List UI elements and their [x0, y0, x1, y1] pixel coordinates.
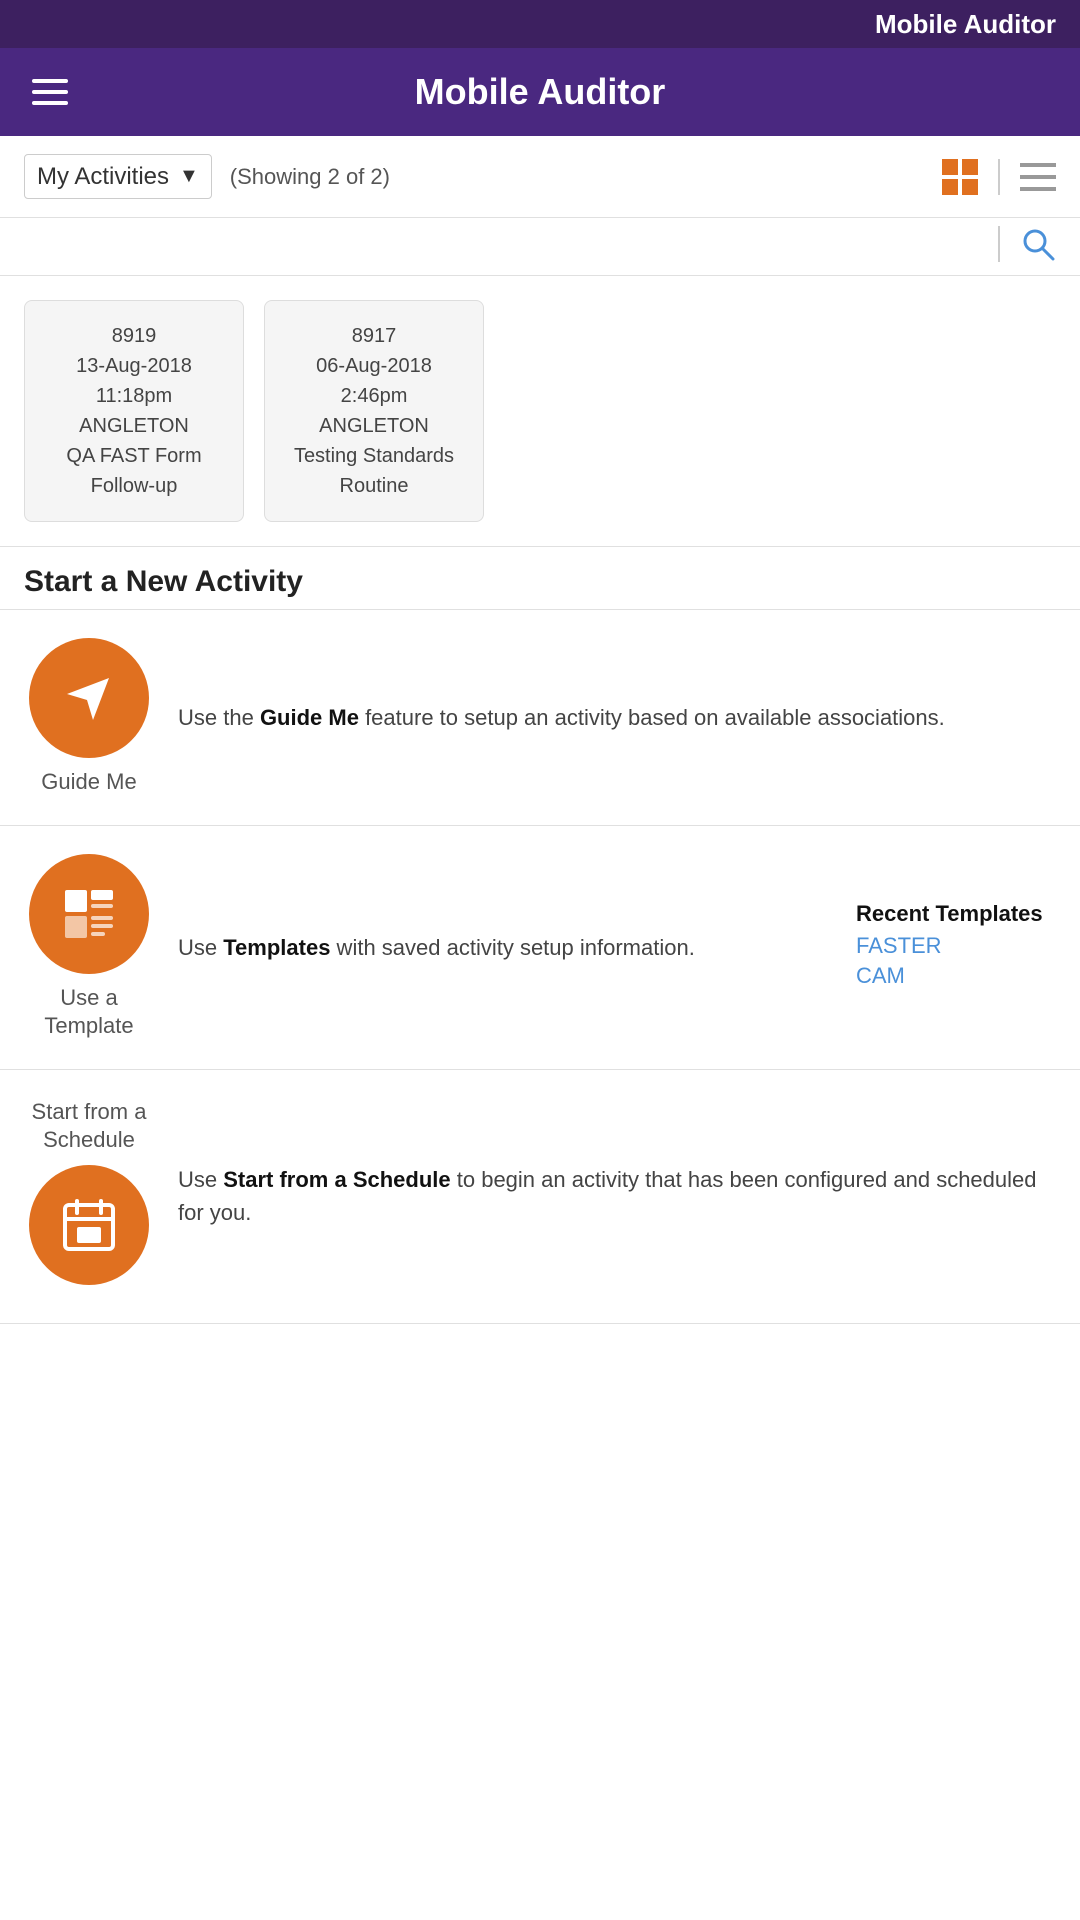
- calendar-icon: [57, 1193, 121, 1257]
- card-id: 8917: [352, 321, 397, 351]
- use-template-left: Use aTemplate: [24, 854, 154, 1041]
- use-template-option[interactable]: Use aTemplate Use Templates with saved a…: [0, 826, 1080, 1070]
- recent-templates-panel: Recent Templates FASTER CAM: [856, 901, 1056, 993]
- activity-filter-wrapper[interactable]: My Activities All Activities ▼: [24, 154, 212, 199]
- card-form: Testing Standards: [294, 441, 454, 471]
- header-title: Mobile Auditor: [415, 71, 666, 113]
- use-template-label: Use aTemplate: [44, 984, 133, 1041]
- search-divider: [998, 226, 1000, 262]
- table-row[interactable]: 8919 13-Aug-2018 11:18pm ANGLETON QA FAS…: [24, 300, 244, 522]
- start-schedule-top-label: Start from aSchedule: [32, 1098, 147, 1155]
- guide-me-label: Guide Me: [41, 768, 136, 797]
- start-schedule-description: Use Start from a Schedule to begin an ac…: [178, 1163, 1056, 1229]
- use-template-description: Use Templates with saved activity setup …: [178, 931, 808, 964]
- search-bar: [0, 218, 1080, 276]
- start-schedule-option[interactable]: Start from aSchedule Use Start from a Sc…: [0, 1070, 1080, 1324]
- table-row[interactable]: 8917 06-Aug-2018 2:46pm ANGLETON Testing…: [264, 300, 484, 522]
- view-divider: [998, 159, 1000, 195]
- card-date: 06-Aug-2018 2:46pm: [281, 351, 467, 411]
- filter-arrow-icon: ▼: [179, 165, 199, 188]
- new-activity-title: Start a New Activity: [0, 547, 1080, 609]
- card-location: ANGLETON: [319, 411, 429, 441]
- hamburger-menu[interactable]: [32, 79, 68, 105]
- card-type: Follow-up: [91, 471, 178, 501]
- status-bar-title: Mobile Auditor: [875, 9, 1056, 40]
- grid-view-icon[interactable]: [942, 159, 978, 195]
- card-form: QA FAST Form: [66, 441, 201, 471]
- guide-me-left: Guide Me: [24, 638, 154, 797]
- guide-me-option[interactable]: Guide Me Use the Guide Me feature to set…: [0, 610, 1080, 826]
- status-bar: Mobile Auditor: [0, 0, 1080, 48]
- guide-me-icon-circle: [29, 638, 149, 758]
- activity-cards-grid: 8919 13-Aug-2018 11:18pm ANGLETON QA FAS…: [0, 276, 1080, 546]
- start-schedule-left: Start from aSchedule: [24, 1098, 154, 1295]
- showing-count: (Showing 2 of 2): [230, 164, 390, 190]
- template-icon: [57, 882, 121, 946]
- guide-me-description: Use the Guide Me feature to setup an act…: [178, 701, 1056, 734]
- navigation-icon: [59, 668, 119, 728]
- view-toggle: [942, 159, 1056, 195]
- filter-bar: My Activities All Activities ▼ (Showing …: [0, 136, 1080, 218]
- card-location: ANGLETON: [79, 411, 189, 441]
- activity-filter-select[interactable]: My Activities All Activities: [37, 163, 171, 190]
- search-icon[interactable]: [1020, 226, 1056, 267]
- app-header: Mobile Auditor: [0, 48, 1080, 136]
- recent-templates-label: Recent Templates: [856, 901, 1056, 927]
- start-schedule-icon-circle: [29, 1165, 149, 1285]
- use-template-icon-circle: [29, 854, 149, 974]
- list-view-icon[interactable]: [1020, 159, 1056, 195]
- card-id: 8919: [112, 321, 157, 351]
- template-link-cam[interactable]: CAM: [856, 963, 1056, 989]
- card-date: 13-Aug-2018 11:18pm: [41, 351, 227, 411]
- card-type: Routine: [340, 471, 409, 501]
- template-link-faster[interactable]: FASTER: [856, 933, 1056, 959]
